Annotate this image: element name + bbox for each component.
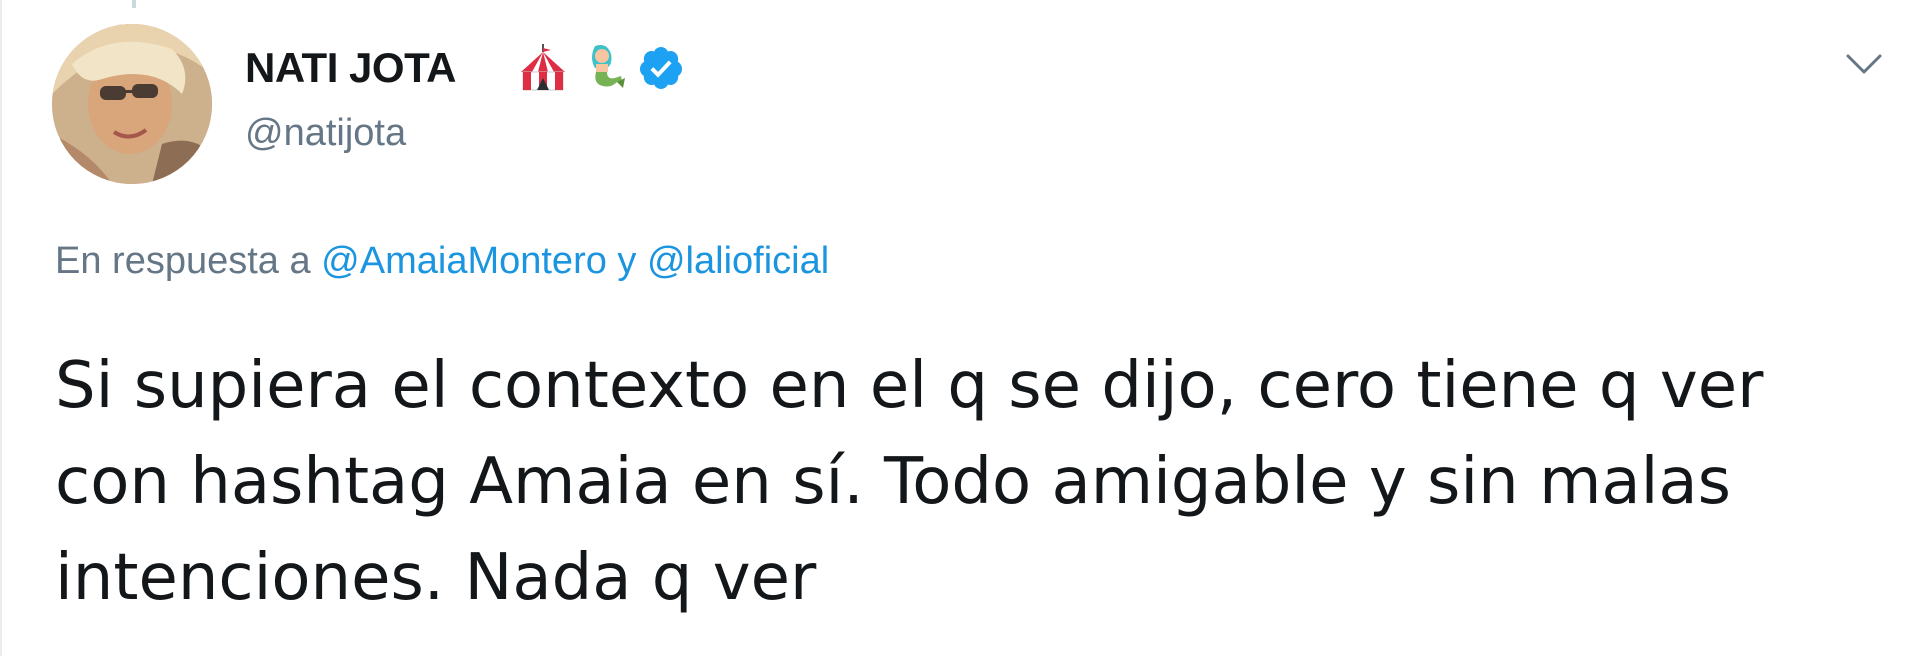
mention-link-lalioficial[interactable]: @lalioficial xyxy=(647,240,829,282)
reply-prefix: En respuesta a xyxy=(55,240,311,282)
tweet-text-line: intenciones. Nada q ver xyxy=(55,541,817,615)
mermaid-icon xyxy=(592,45,625,88)
circus-tent-icon xyxy=(521,44,565,91)
chevron-down-icon[interactable] xyxy=(1844,50,1884,78)
avatar[interactable] xyxy=(52,24,212,184)
avatar-photo xyxy=(52,24,212,184)
tweet-text-line: con hashtag Amaia en sí. Todo amigable y… xyxy=(55,445,1731,519)
name-emoji-group xyxy=(517,38,685,98)
tweet-text-line: Si supiera el contexto en el q se dijo, … xyxy=(55,349,1764,423)
display-name[interactable]: NATI JOTA xyxy=(245,44,456,92)
verified-badge-icon xyxy=(639,47,682,89)
user-handle[interactable]: @natijota xyxy=(245,112,406,155)
tweet-card: NATI JOTA @natijota En respuesta a @Amai… xyxy=(0,0,1920,656)
mention-link-amaiamontero[interactable]: @AmaiaMontero xyxy=(321,240,607,282)
reply-connector: y xyxy=(617,240,637,282)
thread-connector xyxy=(132,0,136,8)
tweet-text: Si supiera el contexto en el q se dijo, … xyxy=(55,338,1815,626)
reply-context: En respuesta a @AmaiaMontero y @laliofic… xyxy=(55,240,829,283)
